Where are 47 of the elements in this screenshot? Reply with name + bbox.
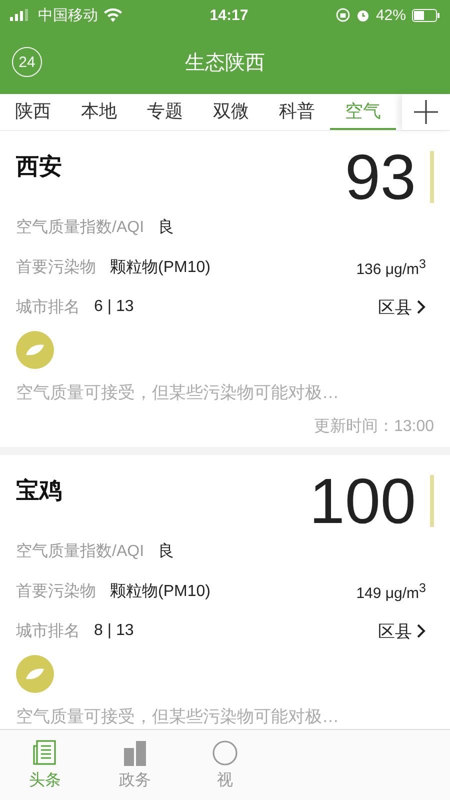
- district-link[interactable]: 区县: [378, 296, 426, 318]
- category-tab[interactable]: 科普: [264, 94, 330, 130]
- aqi-value: 93: [344, 145, 416, 209]
- city-name: 宝鸡: [16, 476, 62, 505]
- aqi-grade: 良: [158, 542, 174, 562]
- clock-time: 14:17: [210, 6, 248, 24]
- add-button[interactable]: [402, 94, 450, 130]
- aqi-level-bar: [430, 475, 434, 527]
- plus-icon: [413, 99, 439, 125]
- pollutant-label: 首要污染物: [16, 582, 96, 602]
- wifi-icon: [104, 8, 122, 22]
- alarm-icon: [356, 8, 370, 22]
- rank-label: 城市排名: [16, 298, 80, 318]
- update-time: 更新时间：13:00: [314, 416, 434, 437]
- rank-value: 6 | 13: [94, 298, 134, 316]
- category-tab[interactable]: 本地: [66, 94, 132, 130]
- aqi-value: 100: [309, 469, 416, 533]
- rotation-lock-icon: [336, 8, 350, 22]
- app-title: 生态陕西: [185, 50, 265, 76]
- city-card[interactable]: 宝鸡 100 空气质量指数/AQI 良 首要污染物 颗粒物(PM10) 149 μg/m$^{3}$ 城市排名 8 | 13 区县 空气质量可接受，但某些污染物可能对极…: [0, 455, 450, 729]
- aqi-grade: 良: [158, 218, 174, 238]
- chevron-right-icon: [416, 624, 426, 638]
- carrier-name: 中国移动: [38, 6, 98, 24]
- city-name: 西安: [16, 152, 62, 181]
- rank-label: 城市排名: [16, 622, 80, 642]
- city-card[interactable]: 西安 93 空气质量指数/AQI 良 首要污染物 颗粒物(PM10) 136 μg/m$^{3}$ 城市排名 6 | 13 区县 空气质量可接受，但某些污染物可能对极… 更新时间：13:00: [0, 131, 450, 455]
- concentration-value: 136 μg/m$^{3}$: [356, 256, 426, 278]
- rank-value: 8 | 13: [94, 622, 134, 640]
- pollutant-label: 首要污染物: [16, 258, 96, 278]
- concentration-value: 149 μg/m$^{3}$: [356, 580, 426, 602]
- health-advice: 空气质量可接受，但某些污染物可能对极…: [16, 706, 340, 728]
- aqi-label: 空气质量指数/AQI: [16, 542, 144, 562]
- battery-icon: [412, 8, 440, 22]
- count-badge: 24: [12, 47, 42, 77]
- pollutant-value: 颗粒物(PM10): [110, 582, 210, 602]
- battery-percent: 42%: [376, 6, 406, 24]
- pollutant-value: 颗粒物(PM10): [110, 258, 210, 278]
- category-tab[interactable]: 双微: [198, 94, 264, 130]
- building-icon: [123, 740, 147, 766]
- aqi-level-bar: [430, 151, 434, 203]
- aqi-label: 空气质量指数/AQI: [16, 218, 144, 238]
- health-advice: 空气质量可接受，但某些污染物可能对极…: [16, 382, 340, 404]
- chevron-right-icon: [416, 300, 426, 314]
- category-tab[interactable]: 陕西: [0, 94, 66, 130]
- newspaper-icon: [33, 740, 57, 766]
- district-link[interactable]: 区县: [378, 620, 426, 642]
- category-tab[interactable]: 专题: [132, 94, 198, 130]
